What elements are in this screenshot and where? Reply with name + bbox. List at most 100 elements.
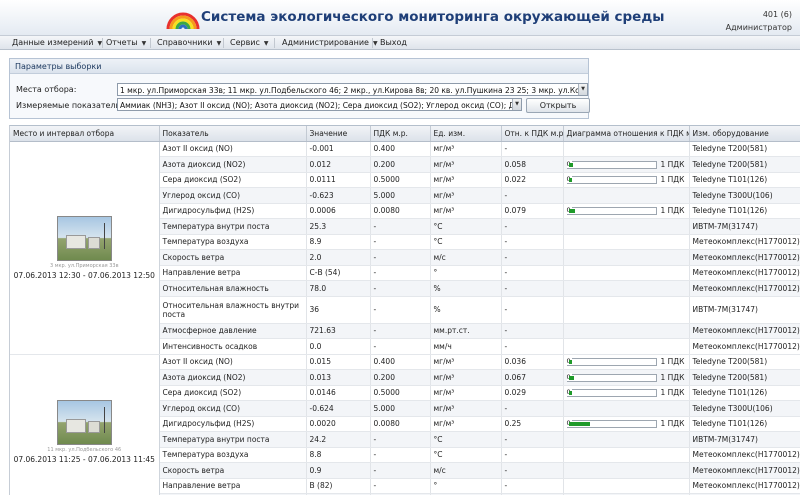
cell-value: 0.9 <box>306 462 371 479</box>
cell-diagram: 01 ПДК <box>563 203 690 219</box>
cell-value: -0.001 <box>306 141 371 157</box>
cell-ratio: 0.022 <box>501 172 564 188</box>
pdk-ratio-fill <box>568 391 572 396</box>
cell-ratio: - <box>501 265 564 281</box>
results-table: Место и интервал отбора Показатель Значе… <box>10 126 800 495</box>
cell-name: Относительная влажность <box>159 280 307 297</box>
cell-pdk: - <box>370 447 431 463</box>
cell-name: Интенсивность осадков <box>159 338 307 355</box>
cell-value: 0.0146 <box>306 385 371 401</box>
indicators-select[interactable]: Аммиак (NH3); Азот II оксид (NO); Азота … <box>117 98 522 111</box>
station-photo[interactable] <box>56 399 112 445</box>
cell-value: 721.63 <box>306 323 371 339</box>
column-header[interactable]: Ед. изм. <box>430 126 502 142</box>
cell-equipment: Teledyne T200(581) <box>689 354 800 370</box>
column-header[interactable]: Отн. к ПДК м.р. <box>501 126 564 142</box>
cell-unit: % <box>430 296 502 324</box>
cell-diagram <box>563 280 690 297</box>
cell-unit: мг/м³ <box>430 354 502 370</box>
user-role: Администратор <box>725 23 792 32</box>
table-header: Место и интервал отбора Показатель Значе… <box>10 126 800 142</box>
cell-pdk: - <box>370 234 431 250</box>
menu-administration[interactable]: Администрирование ▼ <box>282 38 378 47</box>
menu-service[interactable]: Сервис ▼ <box>230 38 269 47</box>
cell-equipment: Teledyne T101(126) <box>689 172 800 188</box>
menu-reports[interactable]: Отчеты ▼ <box>106 38 146 47</box>
cell-pdk: - <box>370 462 431 479</box>
cell-unit: ° <box>430 478 502 494</box>
cell-unit: мг/м³ <box>430 400 502 417</box>
cell-value: 8.8 <box>306 447 371 463</box>
cell-ratio: - <box>501 400 564 417</box>
cell-name: Дигидросульфид (H2S) <box>159 416 307 432</box>
cell-name: Сера диоксид (SO2) <box>159 172 307 188</box>
cell-equipment: Teledyne T300U(106) <box>689 187 800 204</box>
menu-exit[interactable]: Выход <box>380 38 407 47</box>
cell-unit: % <box>430 280 502 297</box>
column-header[interactable]: Место и интервал отбора <box>10 126 160 142</box>
cell-unit: °C <box>430 234 502 250</box>
indicators-label: Измеряемые показатели: <box>16 101 124 110</box>
main-menu: Данные измерений ▼ Отчеты ▼ Справочники ▼ С… <box>0 35 800 50</box>
cell-name: Температура воздуха <box>159 447 307 463</box>
chevron-down-icon[interactable]: ▼ <box>578 84 587 95</box>
cell-diagram: 01 ПДК <box>563 369 690 386</box>
dropdown-arrow-icon: ▼ <box>141 40 147 47</box>
column-header[interactable]: Показатель <box>159 126 307 142</box>
sampling-interval: 07.06.2013 11:25 - 07.06.2013 11:45 <box>13 454 155 464</box>
cell-ratio: 0.25 <box>501 416 564 432</box>
cell-equipment: Teledyne T101(126) <box>689 416 800 432</box>
cell-equipment: Метеокомплекс(Н1770012) <box>689 338 800 355</box>
cell-name: Скорость ветра <box>159 462 307 479</box>
cell-unit: мм/ч <box>430 338 502 355</box>
cell-unit: мг/м³ <box>430 203 502 219</box>
cell-diagram <box>563 218 690 235</box>
column-header[interactable]: Значение <box>306 126 371 142</box>
column-header[interactable]: ПДК м.р. <box>370 126 431 142</box>
pdk-unit-label: 1 ПДК <box>660 357 685 367</box>
pdk-ratio-fill <box>568 360 572 365</box>
cell-equipment: Teledyne T101(126) <box>689 203 800 219</box>
cell-diagram <box>563 323 690 339</box>
cell-value: 25.3 <box>306 218 371 235</box>
cell-equipment: Teledyne T101(126) <box>689 385 800 401</box>
chevron-down-icon[interactable]: ▼ <box>512 99 521 110</box>
location-cell: 11 мкр. ул.Подбельского 46 07.06.2013 11:… <box>10 354 160 495</box>
cell-value: 36 <box>306 296 371 324</box>
cell-diagram <box>563 400 690 417</box>
column-header[interactable]: Изм. оборудование <box>689 126 800 142</box>
cell-pdk: 0.0080 <box>370 416 431 432</box>
cell-name: Относительная влажность внутри поста <box>159 296 307 324</box>
table-row[interactable]: 11 мкр. ул.Подбельского 46 07.06.2013 11:… <box>10 354 800 495</box>
pdk-unit-label: 1 ПДК <box>660 388 685 398</box>
cell-unit: мг/м³ <box>430 416 502 432</box>
cell-diagram: 01 ПДК <box>563 354 690 370</box>
cell-pdk: 0.200 <box>370 156 431 173</box>
cell-equipment: Teledyne T300U(106) <box>689 400 800 417</box>
cell-pdk: - <box>370 265 431 281</box>
cell-equipment: Метеокомплекс(Н1770012) <box>689 265 800 281</box>
cell-value: 8.9 <box>306 234 371 250</box>
menu-directories[interactable]: Справочники ▼ <box>157 38 221 47</box>
cell-pdk: - <box>370 296 431 324</box>
pdk-ratio-bar: 0 <box>566 175 657 185</box>
cell-diagram <box>563 431 690 448</box>
cell-name: Азот II оксид (NO) <box>159 354 307 370</box>
cell-name: Направление ветра <box>159 265 307 281</box>
places-select[interactable]: 1 мкр. ул.Приморская 33в; 11 мкр. ул.Под… <box>117 83 588 96</box>
cell-ratio: - <box>501 280 564 297</box>
table-row[interactable]: 3 мкр. ул.Приморская 33в 07.06.2013 12:30… <box>10 141 800 355</box>
station-photo[interactable] <box>56 215 112 261</box>
open-button[interactable]: Открыть <box>526 98 590 113</box>
pdk-unit-label: 1 ПДК <box>660 372 685 382</box>
cell-unit: ° <box>430 265 502 281</box>
user-id[interactable]: 401 (6) <box>763 10 792 19</box>
cell-name: Сера диоксид (SO2) <box>159 385 307 401</box>
cell-equipment: Метеокомплекс(Н1770012) <box>689 447 800 463</box>
menu-measurements[interactable]: Данные измерений ▼ <box>12 38 102 47</box>
column-header[interactable]: Диаграмма отношения к ПДК м.р. <box>563 126 690 142</box>
cell-diagram: 01 ПДК <box>563 156 690 173</box>
pdk-ratio-fill <box>568 178 572 183</box>
cell-equipment: Метеокомплекс(Н1770012) <box>689 249 800 266</box>
cell-unit: мг/м³ <box>430 187 502 204</box>
